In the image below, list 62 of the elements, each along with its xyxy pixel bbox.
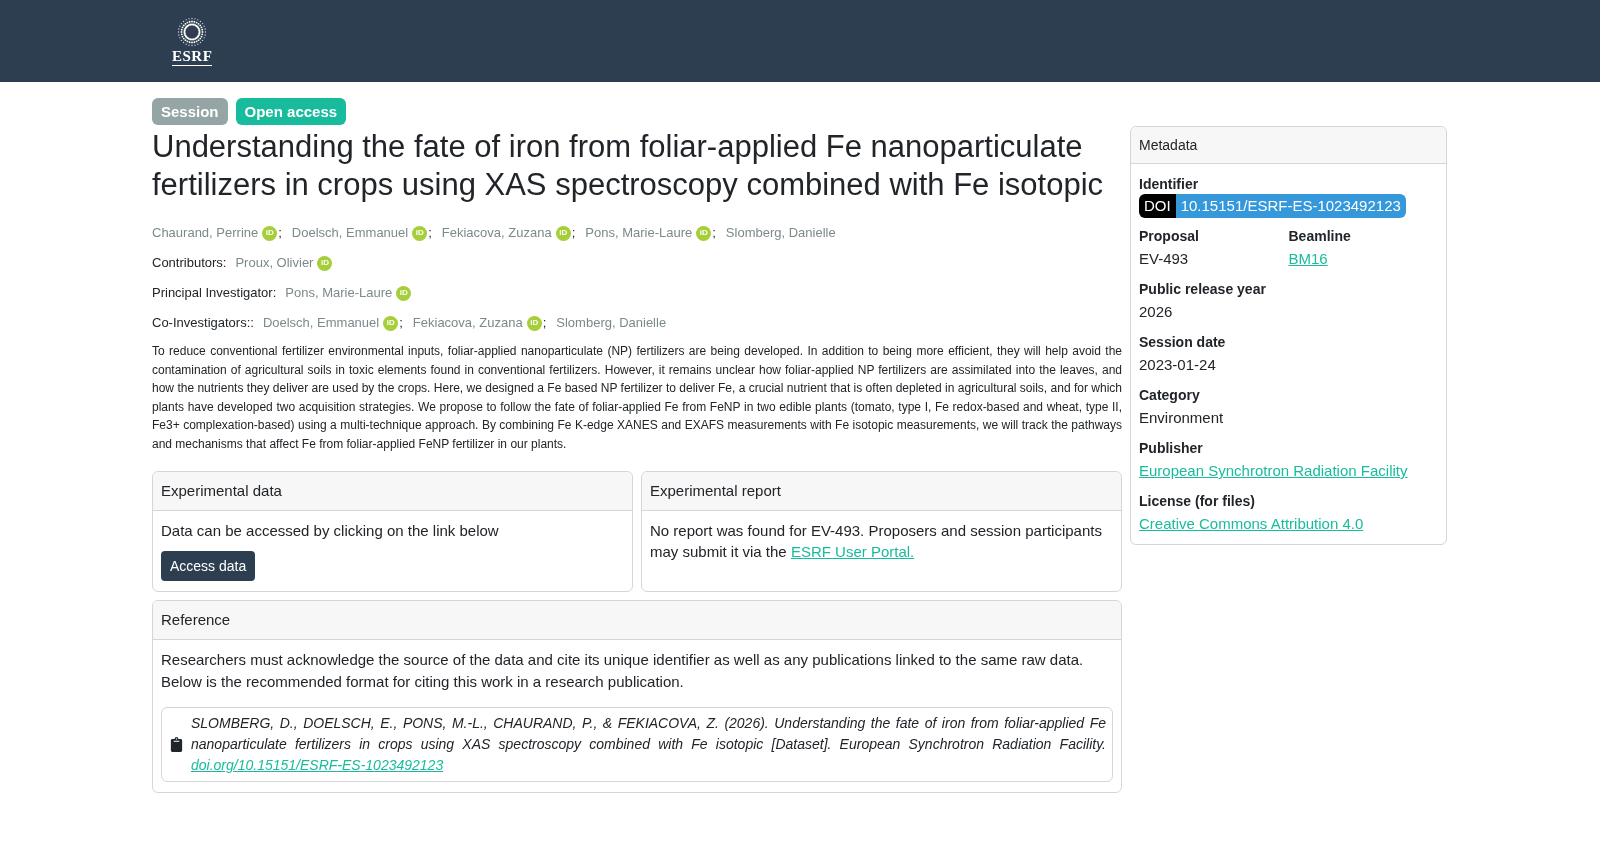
orcid-link[interactable]: iD [526,315,542,331]
logo-text[interactable]: ESRF [172,48,213,66]
field-label: Category [1139,386,1201,405]
field-label: Session date [1139,333,1227,352]
user-portal-link[interactable]: ESRF User Portal. [790,543,915,560]
person-name: Slomberg, Danielle [556,314,667,332]
person-name: Doelsch, Emmanuel [262,314,380,332]
field-value: 2023-01-24 [1139,356,1216,373]
person-name: Chaurand, Perrine [152,224,259,242]
field-link[interactable]: BM16 [1288,250,1328,267]
name-separator: ; [278,224,282,242]
field-value: 2026 [1139,303,1173,320]
name-separator: ; [542,314,547,332]
abstract-text: To reduce conventional fertilizer environmental inputs, foliar-applied nanoparticulate (NP) fertilizers are being developed. In addition to being more efficient, they will help avoid the contamination of agricultural soils in toxic elements found in conventional fertilizers. However, it remains unclear how foliar-applied NP fertilizers are assimilated into the leaves, and how the nutrients they deliver are used by the crops. Here, we designed a Fe based NP fertilizer to deliver Fe, a crucial nutrient that is often depleted in agricultural soils, and for which plants have developed two acquisition strategies. We propose to follow the fate of foliar-applied Fe from FeNP in two edible plants (tomato, type I, Fe redox-based and wheat, type II, Fe3+ complexation-based) using a multi-technique approach. By combining Fe K-edge XANES and EXAFS measurements with Fe isotopic measurements, we will track the pathways and mechanisms that affect Fe from foliar-applied FeNP fertilizer in our plants. [152,343,1122,453]
name-separator: ; [571,224,576,242]
status-tag: Open access [235,98,347,125]
field-label: Beamline [1288,227,1352,246]
card-header: Reference [153,601,1121,640]
field-link[interactable]: European Synchrotron Radiation Facility [1139,462,1408,479]
report-text: No report was found for EV-493. Proposers and session participants may submit it via the ESRF User Portal. [650,521,1103,562]
status-tag: Session [152,98,228,125]
role-label: Co-Investigators:: [152,314,254,332]
person-name: Fekiacova, Zuzana [441,224,552,242]
orcid-link[interactable]: iD [555,225,571,241]
role-label: Principal Investigator: [152,284,277,302]
person-name: Slomberg, Danielle [725,224,836,242]
citation-text: SLOMBERG, D., DOELSCH, E., PONS, M.-L., CHAURAND, P., & FEKIACOVA, Z. (2026). Understanding the fate of iron from foliar-applied Fe nanoparticulate fertilizers in crops using XAS spectroscopy combined with Fe isotopic [Dataset]. European Synchrotron Radiation Facility. doi.org/10.15151/ESRF-ES-1023492123 [191,714,1106,775]
field-value: EV-493 [1139,250,1189,267]
orcid-link[interactable]: iD [317,255,333,271]
field-label: Publisher [1139,439,1204,458]
person-name: Proux, Olivier [235,254,314,272]
doi-prefix: DOI [1139,194,1176,218]
person-name: Fekiacova, Zuzana [412,314,523,332]
metadata-header: Metadata [1131,127,1446,164]
person-name: Pons, Marie-Laure [285,284,393,302]
field-label: License (for files) [1139,492,1256,511]
person-name: Pons, Marie-Laure [585,224,693,242]
name-separator: ; [712,224,716,242]
orcid-link[interactable]: iD [412,225,428,241]
orcid-link[interactable]: iD [383,315,399,331]
field-link[interactable]: Creative Commons Attribution 4.0 [1139,515,1364,532]
access-data-button[interactable]: Access data [161,551,256,581]
person-name: Doelsch, Emmanuel [291,224,409,242]
orcid-link[interactable]: iD [262,225,278,241]
field-label: Identifier [1139,175,1200,194]
orcid-link[interactable]: iD [696,225,712,241]
field-value: Environment [1139,409,1224,426]
page-title: Understanding the fate of iron from foliar-applied Fe nanoparticulate fertilizers in crops using XAS spectroscopy combined with Fe isotopic [152,128,1105,204]
reference-note: Researchers must acknowledge the source of the data and cite its unique identifier as well as any publications linked to the same raw data. [161,650,1085,670]
card-header: Experimental data [153,472,632,511]
field-label: Proposal [1139,227,1200,246]
clipboard-icon[interactable] [170,737,183,752]
doi-identifier-link[interactable]: 10.15151/ESRF-ES-1023492123 [1175,194,1406,218]
name-separator: ; [428,224,432,242]
reference-note: Below is the recommended format for citing this work in a research publication. [161,672,685,692]
doi-link[interactable]: doi.org/10.15151/ESRF-ES-1023492123 [191,757,444,773]
orcid-link[interactable]: iD [396,285,412,301]
data-access-text: Data can be accessed by clicking on the link below [161,521,500,541]
name-separator: ; [399,314,403,332]
field-label: Public release year [1139,280,1267,299]
card-header: Experimental report [642,472,1121,511]
role-label: Contributors: [152,254,227,272]
